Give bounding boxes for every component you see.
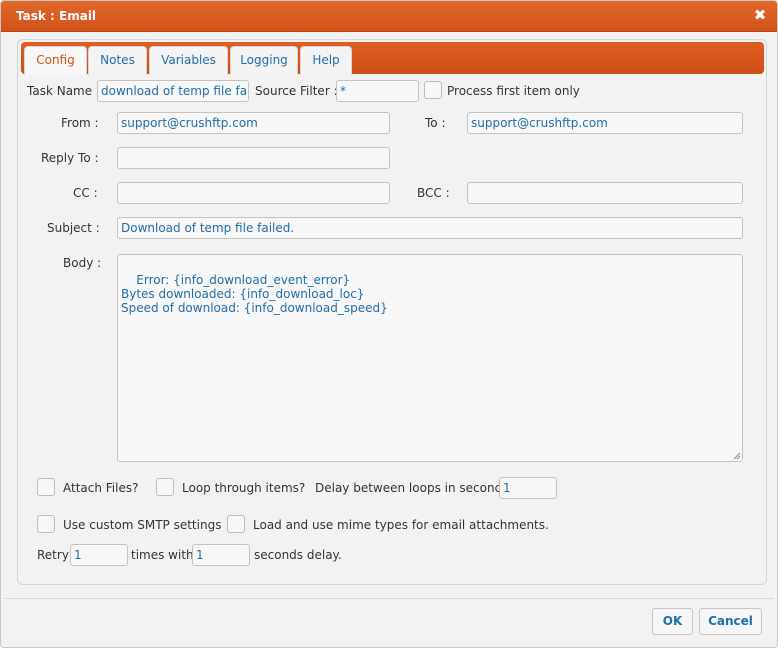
seconds-delay-label: seconds delay.: [254, 548, 342, 562]
to-label: To :: [425, 116, 446, 130]
mime-types-label: Load and use mime types for email attach…: [253, 518, 549, 532]
attach-files-checkbox[interactable]: [37, 478, 55, 496]
delay-input[interactable]: 1: [499, 477, 557, 499]
process-first-checkbox[interactable]: [424, 81, 442, 99]
reply-to-input[interactable]: [117, 147, 390, 169]
close-icon[interactable]: ✖: [752, 7, 768, 23]
bcc-input[interactable]: [467, 182, 743, 204]
source-filter-label: Source Filter :: [255, 84, 338, 98]
resize-grip-icon[interactable]: [733, 452, 741, 460]
to-input[interactable]: support@crushftp.com: [467, 112, 743, 134]
email-task-dialog: Task : Email ✖ Config Notes Variables Lo…: [0, 0, 778, 648]
cc-input[interactable]: [117, 182, 390, 204]
tab-bar: Config Notes Variables Logging Help: [21, 42, 764, 75]
retry-input[interactable]: 1: [70, 544, 128, 566]
body-label: Body :: [63, 256, 102, 270]
dialog-title: Task : Email: [16, 9, 97, 23]
body-textarea[interactable]: Error: {info_download_event_error} Bytes…: [117, 254, 743, 462]
body-text: Error: {info_download_event_error} Bytes…: [121, 273, 388, 315]
tab-logging[interactable]: Logging: [230, 46, 298, 75]
tab-variables[interactable]: Variables: [149, 46, 228, 75]
task-name-label: Task Name :: [27, 84, 100, 98]
loop-items-checkbox[interactable]: [156, 478, 174, 496]
dialog-titlebar[interactable]: Task : Email ✖: [1, 1, 777, 32]
process-first-label: Process first item only: [447, 84, 580, 98]
task-name-input[interactable]: download of temp file fail: [97, 80, 249, 102]
attach-files-label: Attach Files?: [63, 481, 139, 495]
retry-label: Retry: [37, 548, 69, 562]
from-input[interactable]: support@crushftp.com: [117, 112, 390, 134]
tab-config[interactable]: Config: [24, 46, 87, 75]
custom-smtp-checkbox[interactable]: [37, 515, 55, 533]
subject-label: Subject :: [47, 221, 100, 235]
footer-divider: [4, 598, 774, 599]
delay-label: Delay between loops in seconds :: [315, 481, 517, 495]
times-with-label: times with: [131, 548, 194, 562]
subject-input[interactable]: Download of temp file failed.: [117, 217, 743, 239]
tab-notes[interactable]: Notes: [88, 46, 147, 75]
from-label: From :: [61, 116, 99, 130]
mime-types-checkbox[interactable]: [227, 515, 245, 533]
ok-button[interactable]: OK: [652, 608, 693, 635]
source-filter-input[interactable]: *: [336, 80, 419, 102]
custom-smtp-label: Use custom SMTP settings: [63, 518, 222, 532]
bcc-label: BCC :: [417, 186, 450, 200]
reply-to-label: Reply To :: [41, 151, 99, 165]
tab-help[interactable]: Help: [300, 46, 352, 75]
loop-items-label: Loop through items?: [182, 481, 306, 495]
cc-label: CC :: [73, 186, 98, 200]
cancel-button[interactable]: Cancel: [699, 608, 762, 635]
seconds-input[interactable]: 1: [192, 544, 250, 566]
